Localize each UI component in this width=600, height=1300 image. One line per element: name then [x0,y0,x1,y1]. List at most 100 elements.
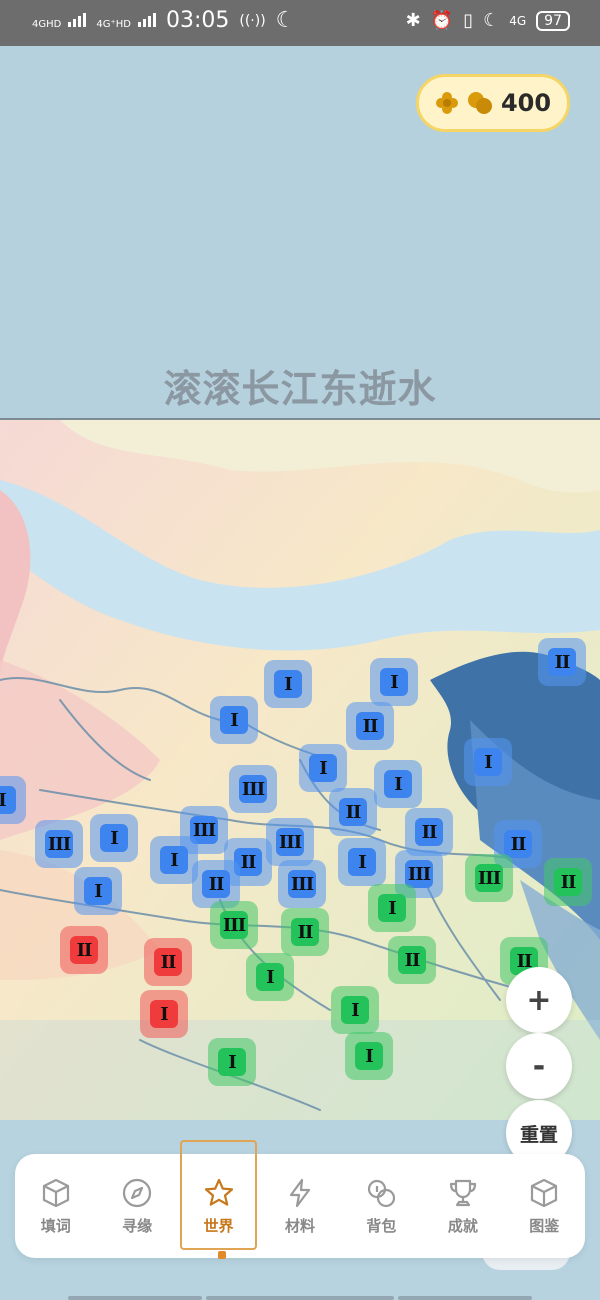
box-icon [531,1178,558,1207]
map-node-blue[interactable]: I [464,738,512,786]
map-node-blue[interactable]: I [338,838,386,886]
lightning-icon [289,1178,311,1207]
nav-tab-collection[interactable]: 图鉴 [504,1154,585,1258]
map-node-level: II [398,946,426,974]
battery-indicator: 97 [536,10,570,31]
map-node-blue[interactable]: I [210,696,258,744]
signal-2: 4G⁺HD [96,8,156,33]
nav-label: 世界 [203,1216,234,1235]
currency-pill[interactable]: 400 [416,74,570,132]
map-node-level: III [45,830,73,858]
map-node-level: II [356,712,384,740]
map-node-blue[interactable]: I [74,867,122,915]
map-node-green[interactable]: II [388,936,436,984]
map-node-blue[interactable]: II [346,702,394,750]
zoom-out-button[interactable]: - [506,1033,572,1099]
map-node-red[interactable]: I [140,990,188,1038]
nav-tab-world[interactable]: 世界 [178,1140,259,1258]
network-label-1: 4GHD [32,19,62,30]
active-tab-indicator [218,1251,226,1259]
map-node-blue[interactable]: I [150,836,198,884]
map-node-level: III [288,870,316,898]
map-node-level: II [154,948,182,976]
map-node-level: II [291,918,319,946]
moon-icon: ☾ [275,8,296,33]
compass-icon [123,1178,152,1207]
map-node-blue[interactable]: III [35,820,83,868]
star-icon [204,1178,233,1206]
nav-tab-backpack[interactable]: 背包 [341,1154,422,1258]
map-node-red[interactable]: II [144,938,192,986]
map-node-green[interactable]: I [345,1032,393,1080]
map-node-green[interactable]: I [246,953,294,1001]
map-node-blue[interactable]: I [264,660,312,708]
map-node-level: II [504,830,532,858]
map-node-level: II [339,798,367,826]
map-node-green[interactable]: I [331,986,379,1034]
coins-icon [467,92,492,114]
poem-title: 滚滚长江东逝水 [163,367,437,411]
map-node-level: I [274,670,302,698]
status-left: 4GHD 4G⁺HD 03:05 ((·)) ☾ [32,8,295,33]
map-node-blue[interactable]: III [266,818,314,866]
map-node-blue[interactable]: II [405,808,453,856]
nav-label: 背包 [366,1216,397,1235]
map-node-level: I [0,786,16,814]
signal-1: 4GHD [32,8,87,33]
nav-tab-achievements[interactable]: 成就 [422,1154,503,1258]
map-node-level: I [160,846,188,874]
map-node-blue[interactable]: II [538,638,586,686]
map-node-blue[interactable]: I [90,814,138,862]
signal-bars-icon [68,13,87,27]
map-node-level: I [220,706,248,734]
flower-icon [435,92,458,114]
map-node-blue[interactable]: I [370,658,418,706]
map-node-level: I [218,1048,246,1076]
nav-label: 填词 [40,1216,71,1235]
map-node-level: I [355,1042,383,1070]
map-node-level: III [475,864,503,892]
map-node-green[interactable]: I [368,884,416,932]
hotspot-icon: ((·)) [239,12,266,29]
map-node-level: III [239,775,267,803]
nav-tab-seek[interactable]: 寻缘 [96,1154,177,1258]
map-node-red[interactable]: II [60,926,108,974]
nav-tab-fill-words[interactable]: 填词 [15,1154,96,1258]
map-node-blue[interactable]: I [299,744,347,792]
map-node-level: I [84,877,112,905]
map-node-level: I [380,668,408,696]
bluetooth-icon: ✱ [405,10,421,31]
map-node-level: I [348,848,376,876]
map-node-green[interactable]: II [281,908,329,956]
map-node-level: II [70,936,98,964]
bottom-nav: 填词 寻缘 世界 材料 背包 成就 图鉴 [15,1140,585,1258]
map-node-green[interactable]: III [210,901,258,949]
map-node-level: II [554,868,582,896]
nav-label: 材料 [284,1216,315,1235]
map-node-blue[interactable]: II [329,788,377,836]
zoom-in-button[interactable]: + [506,967,572,1033]
map-node-blue[interactable]: III [229,765,277,813]
map-node-level: II [202,870,230,898]
map-node-blue[interactable]: III [278,860,326,908]
map-node-level: III [276,828,304,856]
map-node-green[interactable]: I [208,1038,256,1086]
map-node-blue[interactable]: I [0,776,26,824]
trophy-icon [449,1179,476,1206]
map-node-level: I [384,770,412,798]
map-node-blue[interactable]: I [374,760,422,808]
map-node-green[interactable]: II [544,858,592,906]
map-node-level: I [256,963,284,991]
map-node-green[interactable]: III [465,854,513,902]
nav-label: 图鉴 [529,1216,560,1235]
status-right: ✱ ⏰ ▯ ☾ 4G 97 [406,10,570,31]
alarm-icon: ⏰ [430,10,454,31]
network-4g: 4G [509,13,527,28]
nav-tab-materials[interactable]: 材料 [259,1154,340,1258]
coins-icon [368,1179,396,1207]
nav-label: 寻缘 [122,1216,153,1235]
cube-icon [42,1178,69,1207]
map-node-level: I [100,824,128,852]
clock: 03:05 [165,8,230,33]
nav-label: 成就 [447,1216,478,1235]
